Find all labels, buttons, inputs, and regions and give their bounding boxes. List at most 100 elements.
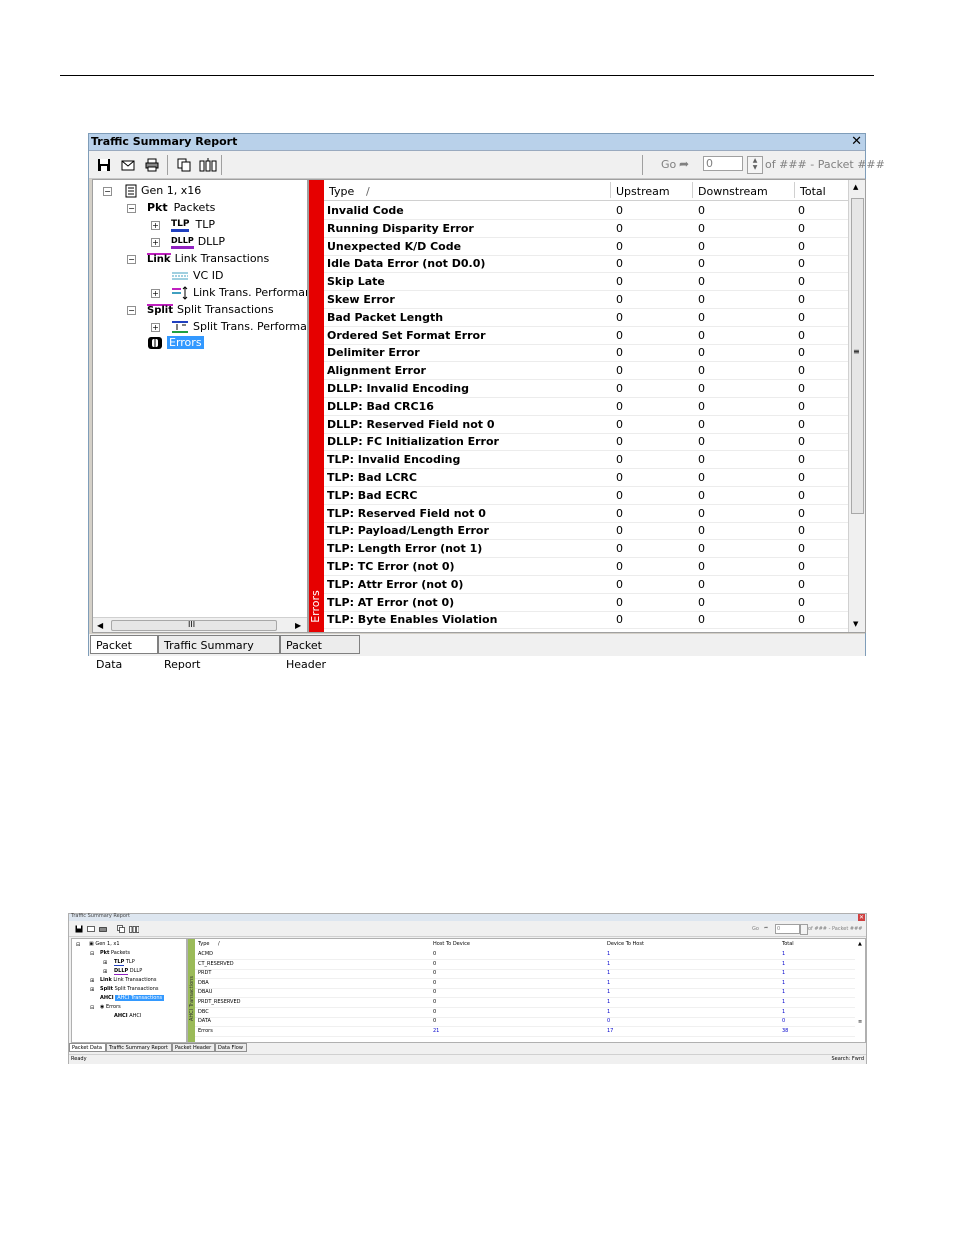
spin-up-icon[interactable]: ▲ xyxy=(748,157,762,164)
scroll-right-icon[interactable]: ▶ xyxy=(295,621,301,630)
close-icon[interactable]: ✕ xyxy=(851,134,862,150)
column-header-downstream[interactable]: Downstream xyxy=(698,185,768,198)
table-row[interactable]: DLLP: Invalid Encoding 0 0 0 xyxy=(324,379,848,398)
go-button[interactable]: Go xyxy=(661,158,676,171)
scroll-up-icon[interactable]: ▲ xyxy=(853,183,858,191)
tree-node-link-trans-performance[interactable]: Link Trans. Performan xyxy=(171,285,307,301)
table-row[interactable]: DLLP: Reserved Field not 0 0 0 0 xyxy=(324,415,848,434)
collapse-toggle-icon[interactable]: ⊟ xyxy=(90,951,94,957)
envelope-icon[interactable] xyxy=(87,925,95,933)
print-button[interactable] xyxy=(143,156,163,175)
table-row[interactable]: Invalid Code 0 0 0 xyxy=(324,201,848,220)
collapse-toggle-icon[interactable]: − xyxy=(127,306,136,315)
collapse-toggle-icon[interactable]: − xyxy=(127,204,136,213)
table-row[interactable]: TLP: Bad LCRC 0 0 0 xyxy=(324,468,848,487)
table-row[interactable]: DBA 0 1 1 xyxy=(195,979,855,989)
scroll-grip-icon[interactable]: ≡ xyxy=(858,1019,862,1025)
columns-button[interactable] xyxy=(197,156,217,175)
table-row[interactable]: DLLP: Bad CRC16 0 0 0 xyxy=(324,397,848,416)
table-row[interactable]: Running Disparity Error 0 0 0 xyxy=(324,219,848,238)
collapse-toggle-icon[interactable]: − xyxy=(127,255,136,264)
tab-packet-data[interactable]: Packet Data xyxy=(90,635,158,671)
table-row[interactable]: Bad Packet Length 0 0 0 xyxy=(324,308,848,327)
collapse-toggle-icon[interactable]: − xyxy=(103,187,112,196)
tab-packet-header[interactable]: Packet Header xyxy=(172,1043,215,1052)
table-row[interactable]: DLLP: FC Initialization Error 0 0 0 xyxy=(324,432,848,452)
expand-toggle-icon[interactable]: ⊞ xyxy=(90,987,94,993)
table-row[interactable]: DBC 0 1 1 xyxy=(195,1008,855,1018)
table-row[interactable]: TLP: Byte Enables Violation 0 0 0 xyxy=(324,610,848,630)
table-row[interactable]: TLP: Attr Error (not 0) 0 0 0 xyxy=(324,575,848,594)
table-row[interactable]: Delimiter Error 0 0 0 xyxy=(324,343,848,363)
table-row[interactable]: PRDT 0 1 1 xyxy=(195,969,855,980)
tree-node-split-transactions[interactable]: Split Split Transactions xyxy=(100,986,158,992)
tree-node-root[interactable]: ▣ Gen 1, x1 xyxy=(89,941,120,947)
go-button[interactable]: Go xyxy=(752,926,759,932)
tree-node-link-transactions[interactable]: Link Link Transactions xyxy=(147,251,269,267)
table-row[interactable]: TLP: AT Error (not 0) 0 0 0 xyxy=(324,593,848,612)
packet-spinner[interactable]: ▲ ▼ xyxy=(747,156,763,174)
tree-node-errors[interactable]: Errors xyxy=(147,335,204,351)
scroll-thumb[interactable]: ≡ xyxy=(851,198,864,514)
tab-data-flow[interactable]: Data Flow xyxy=(215,1043,247,1052)
tree-node-vc-id[interactable]: VC ID xyxy=(171,268,223,284)
tree-node-errors[interactable]: ◉ Errors xyxy=(100,1004,121,1010)
tab-traffic-summary-report[interactable]: Traffic Summary Report xyxy=(106,1043,172,1052)
printer-icon[interactable] xyxy=(99,925,107,933)
table-row[interactable]: Alignment Error 0 0 0 xyxy=(324,361,848,381)
save-button[interactable] xyxy=(95,156,115,175)
table-row[interactable]: CT_RESERVED 0 1 1 xyxy=(195,960,855,970)
table-row[interactable]: DBAU 0 1 1 xyxy=(195,988,855,999)
close-icon[interactable]: ✕ xyxy=(858,914,865,921)
copy-icon[interactable] xyxy=(117,925,125,933)
table-row[interactable]: TLP: Bad ECRC 0 0 0 xyxy=(324,486,848,505)
go-arrow-icon[interactable]: ➦ xyxy=(764,925,768,931)
table-row[interactable]: Ordered Set Format Error 0 0 0 xyxy=(324,326,848,345)
copy-button[interactable] xyxy=(175,156,195,175)
column-separator[interactable] xyxy=(794,182,795,198)
email-button[interactable] xyxy=(119,156,139,175)
table-row[interactable]: TLP: Payload/Length Error 0 0 0 xyxy=(324,521,848,541)
table-row[interactable]: DATA 0 0 0 xyxy=(195,1017,855,1028)
table-row[interactable]: PRDT_RESERVED 0 1 1 xyxy=(195,998,855,1008)
tree-node-ahci-transactions[interactable]: AHCI AHCI Transactions xyxy=(100,995,165,1001)
scroll-down-icon[interactable]: ▼ xyxy=(853,620,858,628)
column-header-total[interactable]: Total xyxy=(782,941,794,947)
tree-node-packets[interactable]: Pkt Packets xyxy=(147,200,215,216)
columns-icon[interactable] xyxy=(129,925,139,933)
table-row[interactable]: Skip Late 0 0 0 xyxy=(324,272,848,292)
tree-horizontal-scrollbar[interactable]: ◀ III ▶ xyxy=(93,617,307,632)
column-header-host-to-device[interactable]: Host To Device xyxy=(433,941,470,947)
table-row[interactable]: Idle Data Error (not D0.0) 0 0 0 xyxy=(324,254,848,274)
column-separator[interactable] xyxy=(692,182,693,198)
packet-number-input[interactable]: 0 xyxy=(775,924,800,934)
tree-node-link-transactions[interactable]: Link Link Transactions xyxy=(100,977,156,983)
tree-node-packets[interactable]: Pkt Packets xyxy=(100,950,130,956)
go-arrow-icon[interactable]: ➦ xyxy=(679,157,689,171)
tree-node-dllp[interactable]: DLLP DLLP xyxy=(114,968,142,975)
table-row[interactable]: TLP: Reserved Field not 0 0 0 0 xyxy=(324,504,848,523)
expand-toggle-icon[interactable]: + xyxy=(151,289,160,298)
column-header-type[interactable]: Type xyxy=(198,941,209,947)
scroll-up-icon[interactable]: ▲ xyxy=(858,941,862,947)
table-row[interactable]: ACMD 0 1 1 xyxy=(195,950,855,960)
table-row[interactable]: TLP: TC Error (not 0) 0 0 0 xyxy=(324,557,848,576)
grid-vertical-scrollbar[interactable]: ▲ ≡ ▼ xyxy=(848,180,865,632)
tree-node-root[interactable]: Gen 1, x16 xyxy=(125,183,201,199)
packet-number-input[interactable]: 0 xyxy=(703,156,743,171)
tab-traffic-summary-report[interactable]: Traffic Summary Report xyxy=(158,635,280,671)
tree-node-tlp[interactable]: TLP TLP xyxy=(171,217,215,233)
column-header-type[interactable]: Type xyxy=(329,185,354,198)
collapse-toggle-icon[interactable]: ⊟ xyxy=(76,942,80,948)
expand-toggle-icon[interactable]: ⊞ xyxy=(90,978,94,984)
tree-node-split-trans-performance[interactable]: Split Trans. Performan xyxy=(171,319,307,335)
table-row[interactable]: TLP: Invalid Encoding 0 0 0 xyxy=(324,450,848,470)
expand-toggle-icon[interactable]: ⊞ xyxy=(103,969,107,975)
save-icon[interactable] xyxy=(75,925,83,933)
tree-node-split-transactions[interactable]: Split Split Transactions xyxy=(147,302,274,318)
table-row[interactable]: Errors 21 17 38 xyxy=(195,1027,855,1037)
collapse-toggle-icon[interactable]: ⊟ xyxy=(90,1005,94,1011)
tree-node-tlp[interactable]: TLP TLP xyxy=(114,959,135,966)
column-header-total[interactable]: Total xyxy=(800,185,826,198)
column-separator[interactable] xyxy=(610,182,611,198)
